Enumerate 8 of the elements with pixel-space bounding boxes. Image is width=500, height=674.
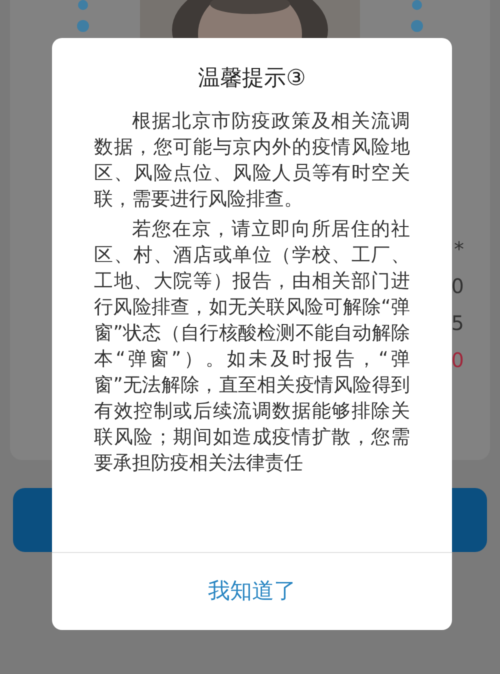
confirm-button[interactable]: 我知道了 [192, 567, 312, 616]
paragraph: 根据北京市防疫政策及相关流调数据，您可能与京内外的疫情风险地区、风险点位、风险人员等有时空关联，需要进行风险排查。 [94, 109, 410, 212]
paragraph: 若您在京，请立即向所居住的社区、村、酒店或单位（学校、工厂、工地、大院等）报告，由相关部门进行风险排查，如无关联风险可解除“弹窗”状态（自行核酸检测不能自动解除本“弹窗”）。如未及时报告，“弹窗”无法解除，直至相关疫情风险得到有效控制或后续流调数据能够排除关联风险；期间如造成疫情扩散，您需要承担防疫相关法律责任 [94, 217, 410, 476]
field-value: * [454, 236, 464, 262]
field-value: 5 [451, 310, 464, 336]
field-value: 0 [451, 272, 464, 300]
field-value: 0 [451, 346, 464, 374]
dialog-title: 温馨提示③ [197, 65, 307, 93]
